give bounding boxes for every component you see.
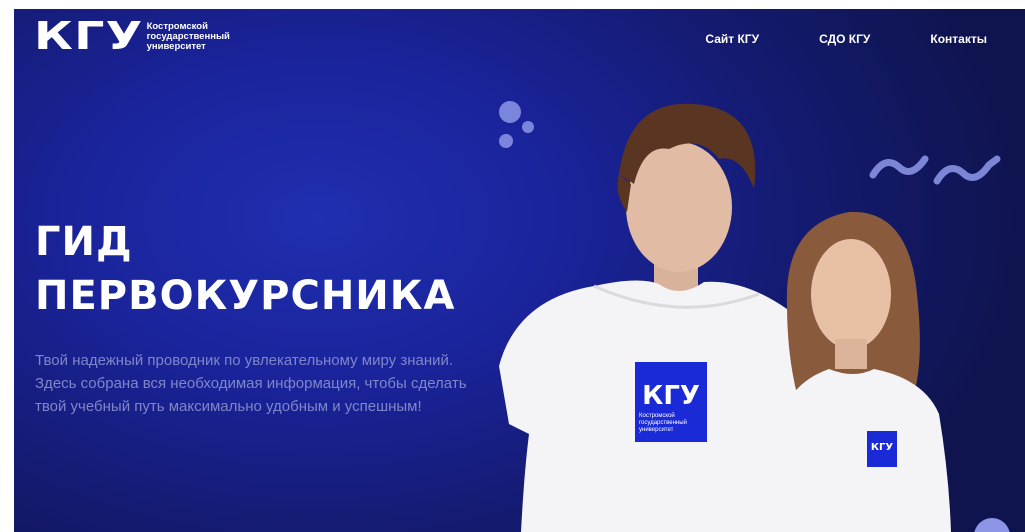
logo-mark: КГУ (34, 14, 144, 58)
kgu-logo[interactable]: КГУ Костромской государственный универси… (34, 14, 230, 58)
student-boy: КГУ Костромской государственный универси… (499, 103, 814, 532)
logo-text-line-3: университет (146, 41, 206, 52)
main-nav: Сайт КГУ СДО КГУ Контакты (705, 32, 987, 46)
site-header: КГУ Костромской государственный универси… (14, 9, 1025, 73)
student-girl: КГУ (777, 211, 951, 532)
nav-link-sdo[interactable]: СДО КГУ (819, 32, 870, 46)
shirt-logo-large: КГУ (642, 381, 700, 411)
shirt-text-large-line-3: университет (639, 427, 674, 433)
shirt-text-large-line-2: государственный (639, 419, 687, 426)
hero-banner: КГУ Костромской государственный универси… (14, 9, 1025, 532)
nav-link-contacts[interactable]: Контакты (930, 32, 987, 46)
hero-subtitle: Твой надежный проводник по увлекательном… (35, 352, 467, 415)
logo-text: Костромской государственный университет (147, 22, 230, 52)
title-line-2: ПЕРВОКУРСНИКА (35, 273, 456, 319)
page-title: ГИД ПЕРВОКУРСНИКА (35, 215, 455, 323)
shirt-logo-small: КГУ (871, 442, 894, 453)
nav-link-site[interactable]: Сайт КГУ (705, 32, 759, 46)
students-photo: КГУ Костромской государственный универси… (499, 103, 951, 532)
title-line-1: ГИД (35, 219, 133, 265)
shirt-text-large-line-1: Костромской (639, 412, 675, 419)
